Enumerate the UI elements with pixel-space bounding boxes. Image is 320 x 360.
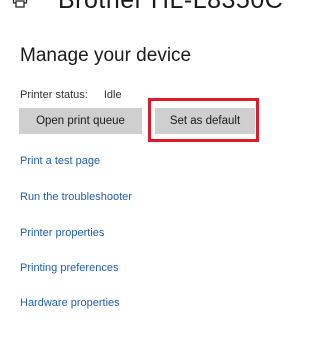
page-header: Brother HL-L8350CD [0, 0, 282, 14]
hardware-properties-link[interactable]: Hardware properties [20, 297, 120, 309]
printer-icon [12, 0, 28, 8]
printer-status-row: Printer status: Idle [20, 89, 122, 101]
set-as-default-button[interactable]: Set as default [155, 108, 255, 134]
section-title: Manage your device [20, 45, 192, 66]
open-print-queue-button[interactable]: Open print queue [19, 108, 142, 134]
run-troubleshooter-link[interactable]: Run the troubleshooter [20, 191, 132, 203]
page-title: Brother HL-L8350CD [58, 0, 282, 14]
print-test-page-link[interactable]: Print a test page [20, 155, 100, 167]
printer-status-label: Printer status: [20, 89, 88, 101]
printer-properties-link[interactable]: Printer properties [20, 227, 104, 239]
printer-status-value: Idle [103, 89, 122, 101]
printing-preferences-link[interactable]: Printing preferences [20, 262, 118, 274]
